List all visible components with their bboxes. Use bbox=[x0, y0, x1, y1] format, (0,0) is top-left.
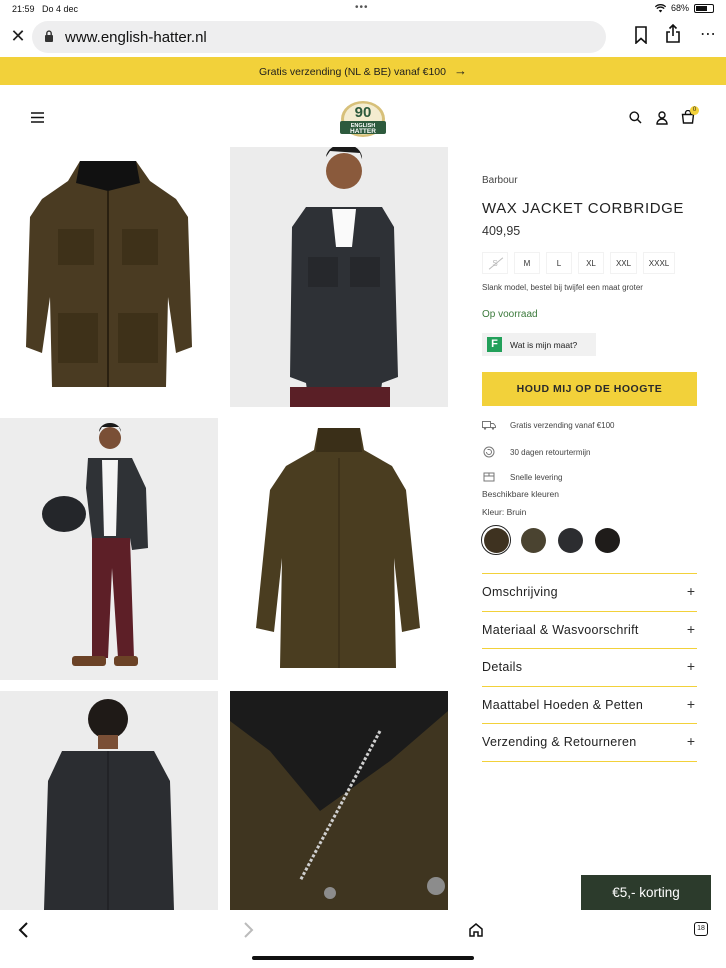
logo-line2: HATTER bbox=[350, 128, 376, 135]
battery-icon bbox=[694, 3, 714, 13]
color-swatches bbox=[481, 525, 622, 555]
bookmark-icon[interactable] bbox=[634, 26, 648, 44]
size-option-m[interactable]: M bbox=[514, 252, 540, 274]
color-swatch-navy[interactable] bbox=[555, 525, 585, 555]
color-swatch-olive[interactable] bbox=[518, 525, 548, 555]
status-date: Do 4 dec bbox=[42, 4, 79, 14]
accordion-size-chart[interactable]: Maattabel Hoeden & Petten + bbox=[482, 687, 697, 724]
product-accordion: Omschrijving + Materiaal & Wasvoorschrift… bbox=[482, 573, 697, 762]
plus-icon: + bbox=[686, 658, 695, 674]
tabs-button[interactable]: 18 bbox=[694, 922, 708, 936]
fitfinder-icon: F bbox=[487, 337, 502, 352]
accordion-material[interactable]: Materiaal & Wasvoorschrift + bbox=[482, 612, 697, 649]
logo[interactable]: 90 ENGLISH HATTER bbox=[337, 99, 389, 139]
usp-item: Snelle levering bbox=[482, 471, 562, 483]
size-option-xxl[interactable]: XXL bbox=[610, 252, 637, 274]
logo-number: 90 bbox=[355, 104, 372, 121]
product-image-back[interactable] bbox=[230, 418, 448, 680]
close-icon[interactable]: ✕ bbox=[8, 26, 28, 47]
user-icon[interactable] bbox=[656, 111, 668, 125]
package-icon bbox=[483, 472, 495, 482]
plus-icon: + bbox=[686, 620, 695, 637]
accordion-title: Materiaal & Wasvoorschrift bbox=[482, 622, 639, 637]
more-icon[interactable]: ⋯ bbox=[700, 24, 716, 44]
colors-heading: Beschikbare kleuren bbox=[482, 489, 560, 499]
accordion-title: Omschrijving bbox=[482, 585, 558, 599]
product-image-model-back[interactable] bbox=[0, 691, 218, 910]
size-advice-button[interactable]: F Wat is mijn maat? bbox=[482, 333, 596, 356]
lock-icon bbox=[45, 30, 53, 42]
forward-icon[interactable] bbox=[242, 920, 256, 940]
site-header: 90 ENGLISH HATTER 0 bbox=[0, 85, 726, 147]
product-image-model-front[interactable] bbox=[230, 147, 448, 407]
plus-icon: + bbox=[686, 695, 695, 712]
multitask-dots-icon[interactable]: ••• bbox=[355, 2, 369, 13]
product-brand[interactable]: Barbour bbox=[482, 175, 518, 186]
plus-icon: + bbox=[686, 583, 695, 599]
color-swatch-black[interactable] bbox=[592, 525, 622, 555]
cart-button[interactable]: 0 bbox=[681, 106, 699, 129]
battery-percent: 68% bbox=[670, 3, 689, 13]
menu-icon[interactable] bbox=[31, 112, 44, 123]
wifi-icon bbox=[654, 3, 666, 12]
browser-toolbar: ✕ www.english-hatter.nl ⋯ bbox=[0, 18, 726, 56]
accordion-title: Verzending & Retourneren bbox=[482, 735, 637, 749]
status-time: 21:59 bbox=[12, 4, 35, 14]
arrow-right-icon: → bbox=[453, 63, 467, 78]
size-advice-label: Wat is mijn maat? bbox=[510, 339, 578, 350]
size-option-s[interactable]: S bbox=[482, 252, 508, 274]
size-option-l[interactable]: L bbox=[546, 252, 572, 274]
usp-item: Gratis verzending vanaf €100 bbox=[482, 420, 615, 430]
status-bar: 21:59 Do 4 dec ••• 68% bbox=[0, 0, 726, 18]
selected-color-label: Kleur: Bruin bbox=[482, 507, 527, 517]
product-image-model-full[interactable] bbox=[0, 418, 218, 680]
return-icon bbox=[483, 446, 495, 458]
truck-icon bbox=[482, 421, 496, 430]
search-icon[interactable] bbox=[629, 111, 642, 124]
usp-text: 30 dagen retourtermijn bbox=[510, 447, 591, 457]
discount-popup-button[interactable]: €5,- korting bbox=[581, 875, 711, 910]
promo-text: Gratis verzending (NL & BE) vanaf €100 bbox=[259, 66, 446, 78]
home-indicator bbox=[252, 956, 474, 960]
accordion-title: Maattabel Hoeden & Petten bbox=[482, 697, 644, 712]
notify-me-button[interactable]: HOUD MIJ OP DE HOOGTE bbox=[482, 372, 697, 406]
home-icon[interactable] bbox=[468, 922, 484, 938]
size-selector: S M L XL XXL XXXL bbox=[482, 252, 675, 274]
size-option-xl[interactable]: XL bbox=[578, 252, 604, 274]
accordion-description[interactable]: Omschrijving + bbox=[482, 574, 697, 612]
share-icon[interactable] bbox=[665, 24, 681, 44]
cart-count-badge: 0 bbox=[690, 106, 699, 115]
size-option-xxxl[interactable]: XXXL bbox=[643, 252, 675, 274]
color-swatch-brown[interactable] bbox=[481, 525, 511, 555]
product-title: WAX JACKET CORBRIDGE bbox=[482, 200, 685, 217]
accordion-title: Details bbox=[482, 660, 523, 674]
back-icon[interactable] bbox=[16, 920, 30, 940]
accordion-details[interactable]: Details + bbox=[482, 649, 697, 687]
plus-icon: + bbox=[686, 733, 695, 749]
fit-note: Slank model, bestel bij twijfel een maat… bbox=[482, 283, 643, 292]
promo-banner[interactable]: Gratis verzending (NL & BE) vanaf €100 → bbox=[0, 57, 726, 85]
usp-item: 30 dagen retourtermijn bbox=[482, 446, 591, 458]
accordion-shipping[interactable]: Verzending & Retourneren + bbox=[482, 724, 697, 762]
usp-text: Gratis verzending vanaf €100 bbox=[510, 420, 615, 430]
product-image-detail[interactable] bbox=[230, 691, 448, 910]
product-price: 409,95 bbox=[482, 224, 521, 238]
product-image-front[interactable] bbox=[0, 147, 218, 407]
usp-text: Snelle levering bbox=[510, 472, 563, 482]
url-text: www.english-hatter.nl bbox=[65, 29, 207, 46]
address-bar[interactable]: www.english-hatter.nl bbox=[32, 21, 606, 53]
stock-status: Op voorraad bbox=[482, 309, 538, 320]
